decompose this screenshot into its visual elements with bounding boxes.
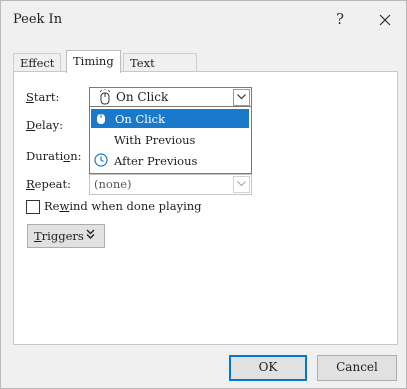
delay-label: Delay: <box>26 118 63 132</box>
tab-effect[interactable]: Effect <box>13 53 62 72</box>
chevron-down-icon[interactable] <box>233 89 250 106</box>
dialog-title: Peek In <box>13 12 63 27</box>
repeat-label: Repeat: <box>26 177 71 191</box>
rewind-checkbox[interactable] <box>26 200 40 214</box>
mouse-icon <box>95 111 107 128</box>
chevron-down-icon[interactable] <box>233 176 250 193</box>
start-dropdown-list: On Click With Previous After Previous <box>89 106 252 174</box>
start-select[interactable]: On Click <box>89 87 252 108</box>
start-label: Start: <box>26 90 60 104</box>
double-chevron-down-icon <box>86 228 95 243</box>
tab-text-animation[interactable]: Text Animation <box>123 53 197 88</box>
option-after-previous[interactable]: After Previous <box>90 151 251 171</box>
duration-label: Duration: <box>26 149 82 163</box>
tab-timing[interactable]: Timing <box>66 50 121 73</box>
help-button[interactable]: ? <box>331 10 349 30</box>
option-with-previous[interactable]: With Previous <box>90 130 251 150</box>
animation-dialog: Peek In ? Effect Timing Text Animation S… <box>0 0 407 389</box>
repeat-select-value: (none) <box>94 177 132 191</box>
triggers-button[interactable]: Triggers <box>27 224 105 248</box>
close-button[interactable] <box>376 10 394 30</box>
ok-button[interactable]: OK <box>229 355 307 381</box>
clock-icon <box>94 153 108 170</box>
repeat-select[interactable]: (none) <box>89 174 252 195</box>
rewind-label: Rewind when done playing <box>44 199 202 213</box>
option-on-click[interactable]: On Click <box>91 109 249 128</box>
start-select-value: On Click <box>116 90 169 104</box>
cancel-button[interactable]: Cancel <box>317 355 397 381</box>
close-icon <box>379 14 391 26</box>
